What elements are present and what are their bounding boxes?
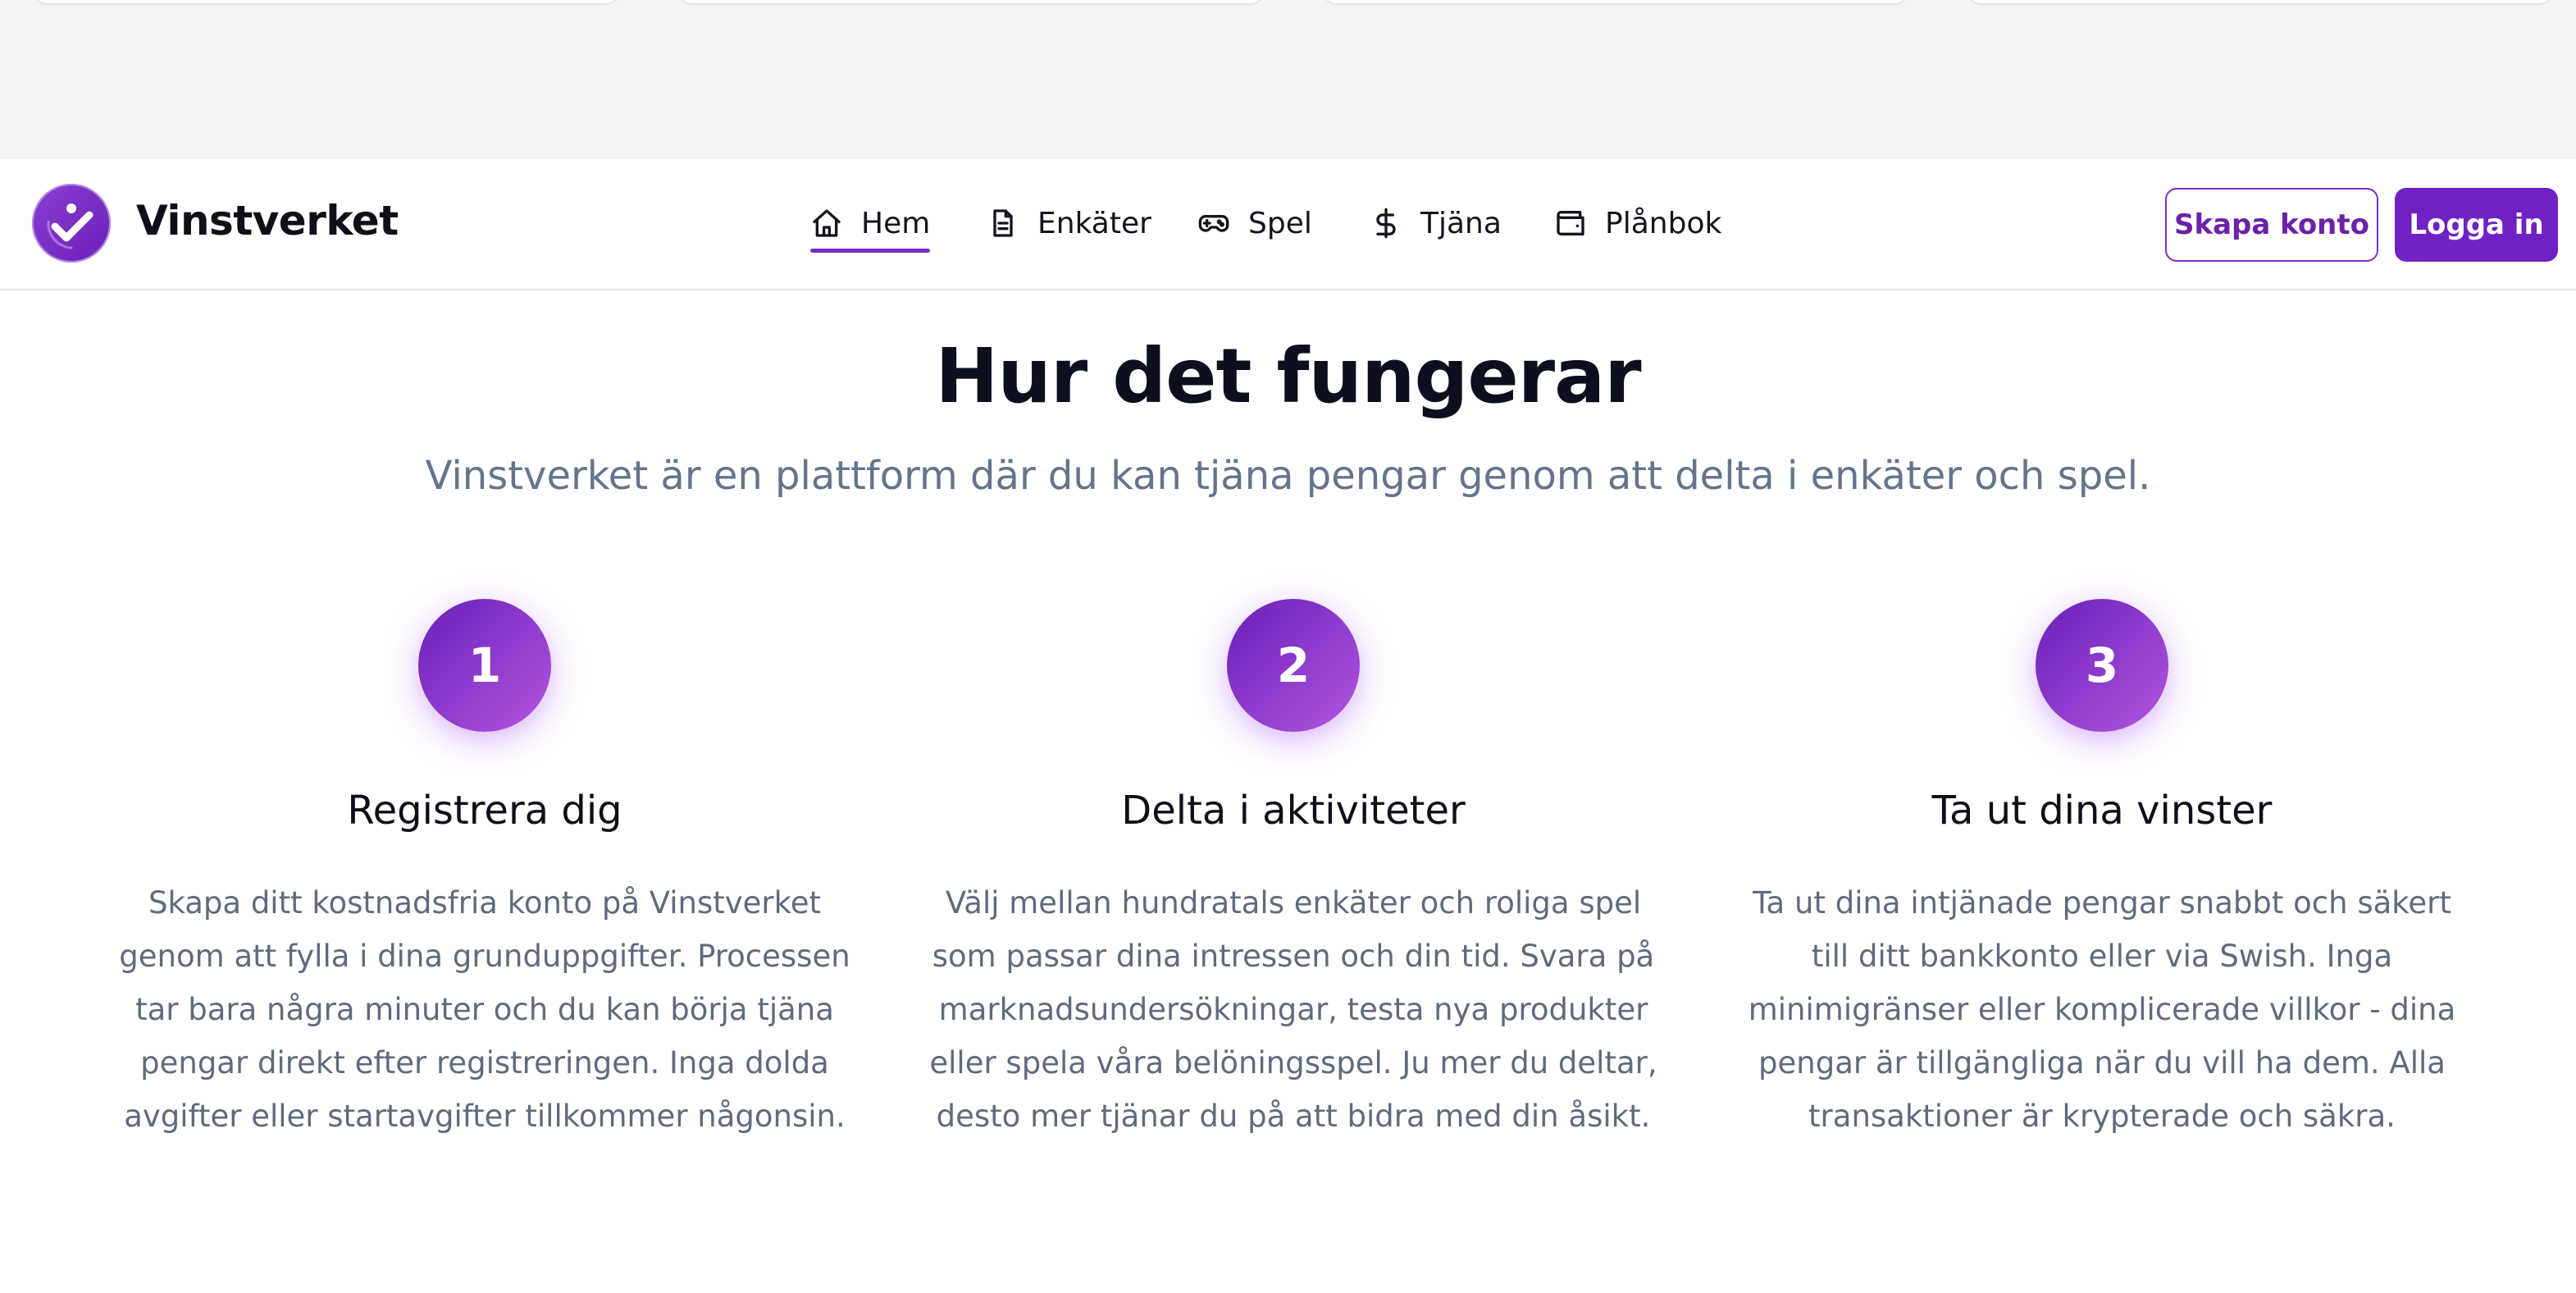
dollar-icon bbox=[1376, 208, 1396, 239]
nav-item-label: Plånbok bbox=[1605, 206, 1722, 240]
step-title: Registrera dig bbox=[347, 788, 622, 834]
nav-item-label: Hem bbox=[861, 206, 931, 240]
step-number-badge: 1 bbox=[418, 599, 551, 732]
card-edge bbox=[1967, 0, 2554, 5]
gamepad-icon bbox=[1198, 215, 1229, 232]
step-card: 2 Delta i aktiviteter Välj mellan hundra… bbox=[908, 599, 1679, 1143]
navbar: Vinstverket Hem Enkäter Spel Tjäna Plånb… bbox=[0, 159, 2576, 290]
previous-section-background bbox=[0, 0, 2576, 159]
nav-item-enkater[interactable]: Enkäter bbox=[987, 199, 1151, 248]
step-description: Skapa ditt kostnadsfria konto på Vinstve… bbox=[119, 885, 850, 1134]
create-account-button[interactable]: Skapa konto bbox=[2165, 188, 2378, 262]
step-description: Välj mellan hundratals enkäter och rolig… bbox=[929, 885, 1657, 1134]
step-title: Delta i aktiviteter bbox=[1121, 788, 1466, 834]
step-card: 3 Ta ut dina vinster Ta ut dina intjänad… bbox=[1717, 599, 2487, 1143]
nav-item-label: Spel bbox=[1248, 206, 1312, 240]
step-number-badge: 2 bbox=[1227, 599, 1360, 732]
nav-item-label: Tjäna bbox=[1420, 206, 1502, 240]
nav-item-spel[interactable]: Spel bbox=[1197, 199, 1312, 248]
nav-item-hem[interactable]: Hem bbox=[810, 199, 931, 253]
step-title: Ta ut dina vinster bbox=[1931, 788, 2273, 834]
login-button[interactable]: Logga in bbox=[2395, 188, 2558, 262]
step-card: 1 Registrera dig Skapa ditt kostnadsfria… bbox=[99, 599, 870, 1143]
nav-item-tjana[interactable]: Tjäna bbox=[1370, 199, 1502, 248]
nav-item-label: Enkäter bbox=[1037, 206, 1151, 240]
nav-item-planbok[interactable]: Plånbok bbox=[1554, 199, 1721, 248]
document-icon bbox=[993, 209, 1013, 237]
card-edge bbox=[1322, 0, 1909, 5]
step-number-badge: 3 bbox=[2036, 599, 2168, 732]
card-edge bbox=[33, 0, 620, 5]
check-logo-icon[interactable] bbox=[32, 184, 111, 263]
brand-name[interactable]: Vinstverket bbox=[136, 197, 399, 244]
card-edge bbox=[677, 0, 1265, 5]
wallet-icon bbox=[1557, 211, 1584, 235]
home-icon bbox=[813, 209, 841, 237]
section-subtitle: Vinstverket är en plattform där du kan t… bbox=[425, 453, 2151, 499]
section-title: Hur det fungerar bbox=[935, 332, 1641, 420]
step-description: Ta ut dina intjänade pengar snabbt och s… bbox=[1748, 885, 2456, 1134]
